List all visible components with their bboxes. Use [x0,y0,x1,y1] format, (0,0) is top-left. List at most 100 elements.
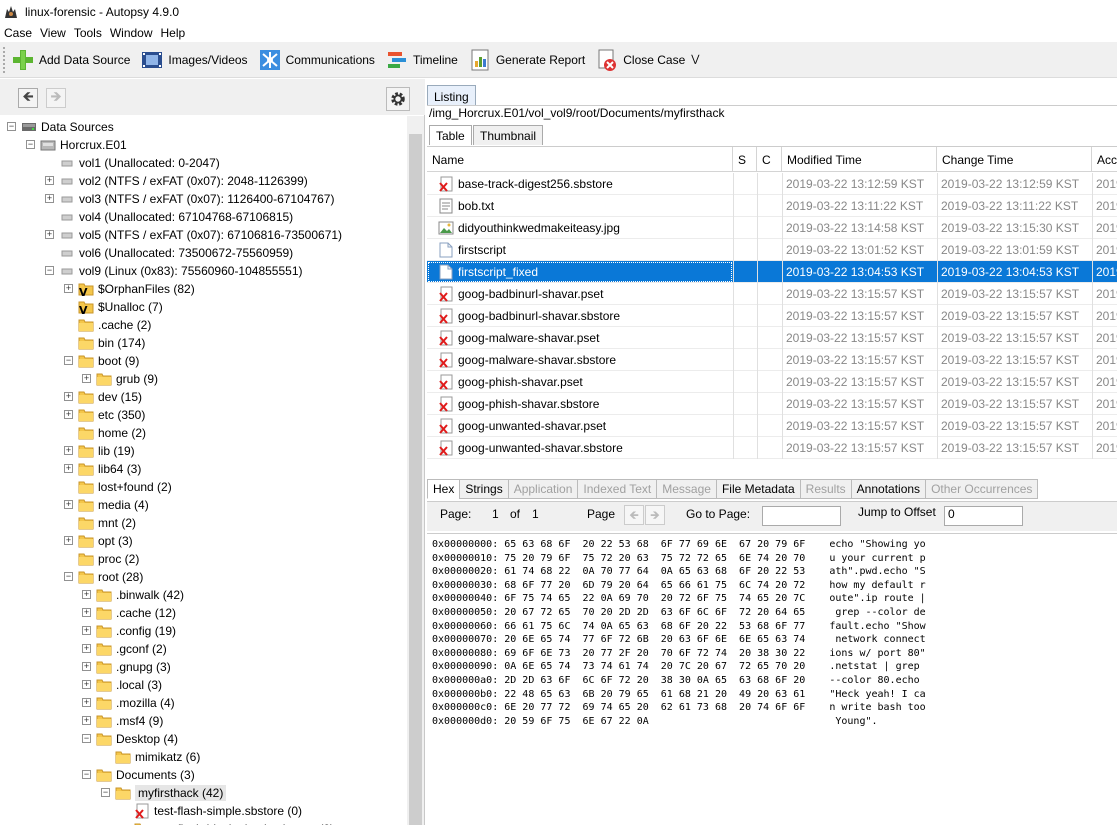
tree-node[interactable]: lost+found (2) [78,478,172,496]
tree-node[interactable]: vol1 (Unallocated: 0-2047) [59,154,220,172]
jump-offset-input[interactable]: 0 [944,506,1023,526]
tree-expander[interactable]: + [64,500,73,509]
timeline-button[interactable]: Timeline [381,45,462,75]
tree-expander[interactable]: + [64,392,73,401]
tree-expander[interactable]: − [64,572,73,581]
tree-node[interactable]: lib (19) [78,442,135,460]
table-row[interactable]: goog-phish-shavar.pset 2019-03-22 13:15:5… [427,371,1117,393]
chevron-down-icon[interactable]: ⋁ [691,54,699,65]
table-row[interactable]: goog-malware-shavar.pset 2019-03-22 13:15… [427,327,1117,349]
images-videos-button[interactable]: Images/Videos [136,45,251,75]
tree-node[interactable]: bin (174) [78,334,145,352]
column-comment[interactable]: C [757,147,782,172]
tree-node[interactable]: vol9 (Linux (0x83): 75560960-104855551) [59,262,303,280]
directory-tree[interactable]: − Data Sources − Horcrux.E01 vol1 (Unallocat… [0,116,406,825]
menu-help[interactable]: Help [157,26,190,40]
tree-node[interactable]: .cache (12) [96,604,176,622]
tree-node[interactable]: vol4 (Unallocated: 67104768-67106815) [59,208,293,226]
column-change-time[interactable]: Change Time [937,147,1092,172]
table-row[interactable]: goog-malware-shavar.sbstore 2019-03-22 13… [427,349,1117,371]
tree-expander[interactable]: + [82,608,91,617]
tree-expander[interactable]: + [82,626,91,635]
tree-expander[interactable]: − [64,356,73,365]
tree-node[interactable]: grub (9) [96,370,158,388]
tab-annotations[interactable]: Annotations [850,479,927,499]
tree-expander[interactable]: + [64,410,73,419]
column-name[interactable]: Name [427,147,733,172]
tab-hex[interactable]: Hex [427,479,461,499]
column-modified-time[interactable]: Modified Time [782,147,937,172]
table-row[interactable]: goog-badbinurl-shavar.sbstore 2019-03-22 … [427,305,1117,327]
tree-node[interactable]: .config (19) [96,622,176,640]
tree-node[interactable]: media (4) [78,496,149,514]
tree-node[interactable]: proc (2) [78,550,139,568]
tree-expander[interactable]: + [82,716,91,725]
tree-expander[interactable]: + [64,464,73,473]
tree-node[interactable]: Documents (3) [96,766,195,784]
tree-settings-button[interactable] [386,87,410,111]
tree-scrollbar-thumb[interactable] [409,134,422,825]
tree-node[interactable]: Data Sources [21,118,114,136]
tree-expander[interactable]: + [82,590,91,599]
next-page-button[interactable]: 🡺 [645,505,665,525]
table-row[interactable]: goog-badbinurl-shavar.pset 2019-03-22 13:… [427,283,1117,305]
tree-expander[interactable]: + [82,644,91,653]
goto-page-input[interactable] [762,506,841,526]
tree-expander[interactable]: − [101,788,110,797]
menu-window[interactable]: Window [106,26,157,40]
tree-node[interactable]: boot (9) [78,352,139,370]
tree-expander[interactable]: − [82,770,91,779]
tree-node[interactable]: vol6 (Unallocated: 73500672-75560959) [59,244,293,262]
tree-node[interactable]: .mozilla (4) [96,694,175,712]
tree-expander[interactable]: + [82,662,91,671]
tree-node[interactable]: .gnupg (3) [96,658,171,676]
tree-node[interactable]: etc (350) [78,406,145,424]
tree-expander[interactable]: + [64,446,73,455]
communications-button[interactable]: Communications [254,45,379,75]
forward-button[interactable]: 🡺 [46,88,66,108]
tab-table[interactable]: Table [429,125,472,145]
tree-node[interactable]: dev (15) [78,388,142,406]
tree-node[interactable]: mimikatz (6) [115,748,200,766]
tree-expander[interactable]: − [82,734,91,743]
tree-node[interactable]: opt (3) [78,532,133,550]
tree-node[interactable]: vol5 (NTFS / exFAT (0x07): 67106816-7350… [59,226,342,244]
tree-node[interactable]: myfirsthack (42) [115,784,227,802]
menu-case[interactable]: Case [0,26,36,40]
tree-node[interactable]: V $OrphanFiles (82) [78,280,195,299]
tree-expander[interactable]: − [45,266,54,275]
previous-page-button[interactable]: 🡸 [624,505,644,525]
tree-node[interactable]: .local (3) [96,676,162,694]
tree-node[interactable]: vol3 (NTFS / exFAT (0x07): 1126400-67104… [59,190,334,208]
table-row[interactable]: firstscript_fixed 2019-03-22 13:04:53 KST… [427,261,1117,283]
tree-expander[interactable]: + [45,194,54,203]
tree-node[interactable]: .gconf (2) [96,640,167,658]
tree-node[interactable]: V $Unalloc (7) [78,298,163,317]
menu-view[interactable]: View [36,26,70,40]
tree-node[interactable]: lib64 (3) [78,460,141,478]
tree-node[interactable]: Desktop (4) [96,730,178,748]
tree-node[interactable]: vol2 (NTFS / exFAT (0x07): 2048-1126399) [59,172,308,190]
tree-expander[interactable]: + [82,374,91,383]
tree-expander[interactable]: + [82,680,91,689]
add-data-source-button[interactable]: Add Data Source [7,45,134,75]
tree-expander[interactable]: − [26,140,35,149]
menu-tools[interactable]: Tools [70,26,106,40]
table-row[interactable]: bob.txt 2019-03-22 13:11:22 KST 2019-03-22… [427,195,1117,217]
tree-node[interactable]: .cache (2) [78,316,151,334]
tree-expander[interactable]: + [45,230,54,239]
table-row[interactable]: goog-unwanted-shavar.pset 2019-03-22 13:1… [427,415,1117,437]
tree-node[interactable]: home (2) [78,424,146,442]
tree-expander[interactable]: + [45,176,54,185]
tree-node[interactable]: mnt (2) [78,514,136,532]
hex-dump[interactable]: 0x00000000: 65 63 68 6F 20 22 53 68 6F 7… [427,533,1117,825]
tree-expander[interactable]: + [64,536,73,545]
tab-file-metadata[interactable]: File Metadata [715,479,801,499]
tree-node[interactable]: root (28) [78,568,143,586]
tree-node[interactable]: test-flash-simple.sbstore (0) [134,802,302,820]
tree-expander[interactable]: + [64,284,73,293]
tree-node[interactable]: test-flash-block-simple.sbstore (0) [134,820,334,825]
back-button[interactable]: 🡸 [18,88,38,108]
table-row[interactable]: didyouthinkwedmakeiteasy.jpg 2019-03-22 1… [427,217,1117,239]
tree-node[interactable]: .msf4 (9) [96,712,163,730]
